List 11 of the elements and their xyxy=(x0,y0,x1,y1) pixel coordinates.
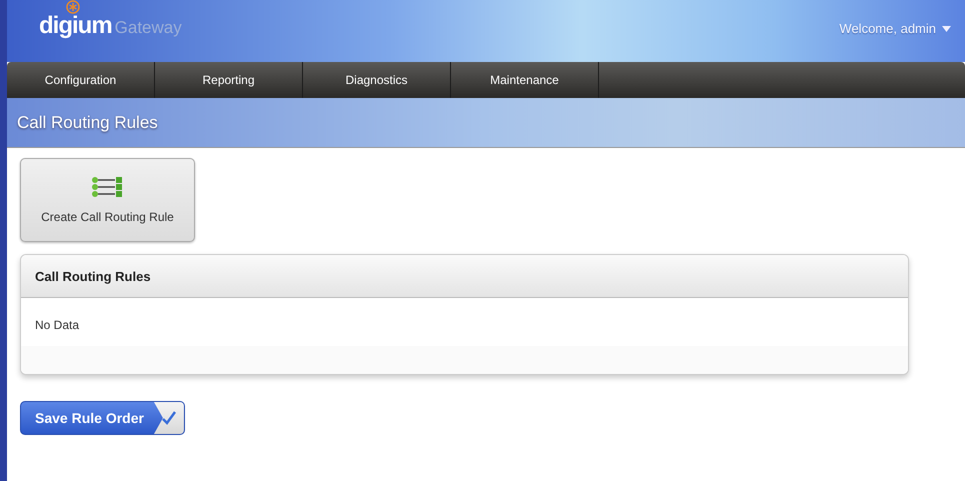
page-title: Call Routing Rules xyxy=(17,112,158,132)
asterisk-icon xyxy=(66,0,80,14)
panel-title: Call Routing Rules xyxy=(35,268,151,284)
product-name: Gateway xyxy=(114,18,182,38)
checkmark-icon xyxy=(154,402,184,434)
empty-message: No Data xyxy=(35,318,80,332)
save-button[interactable]: Save Rule Order xyxy=(20,401,185,435)
logo-text: digium xyxy=(39,12,112,40)
caret-icon xyxy=(942,26,951,32)
list-icon xyxy=(90,176,124,200)
create-rule-button[interactable]: Create Call Routing Rule xyxy=(20,158,195,242)
